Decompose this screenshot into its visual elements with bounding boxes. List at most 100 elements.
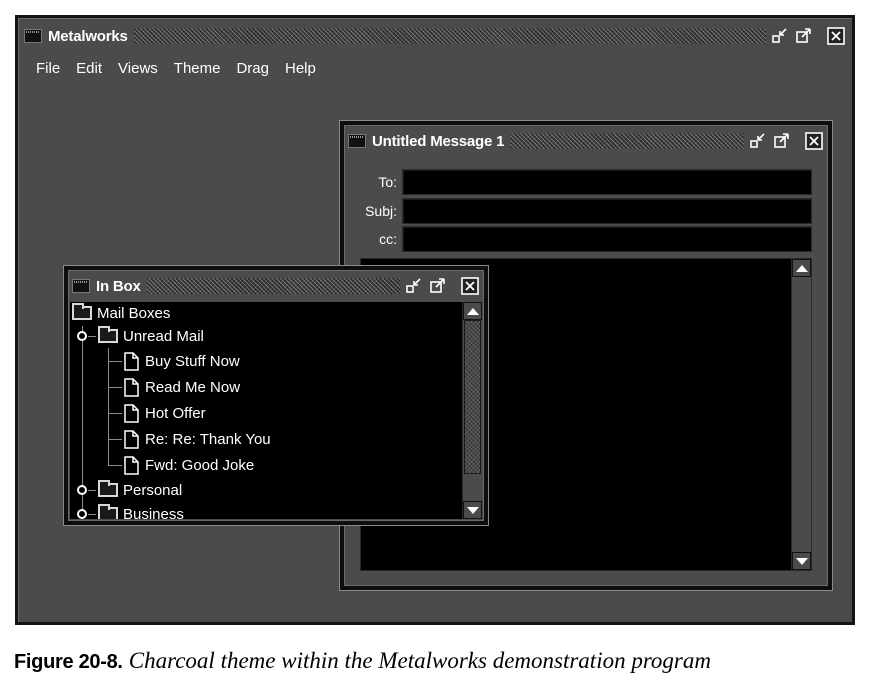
document-icon <box>124 377 139 397</box>
tree-node-message[interactable]: Buy Stuff Now <box>124 349 240 373</box>
maximize-button[interactable] <box>794 27 814 45</box>
subject-field[interactable] <box>402 198 812 224</box>
menu-views[interactable]: Views <box>110 58 166 80</box>
menu-edit[interactable]: Edit <box>68 58 110 80</box>
maximize-icon <box>796 28 811 43</box>
document-icon <box>124 403 139 423</box>
iconify-button[interactable] <box>770 27 790 45</box>
scroll-up-icon <box>466 307 479 315</box>
window-icon <box>348 134 366 148</box>
tree-label: Unread Mail <box>123 327 204 345</box>
inbox-scrollbar[interactable] <box>462 302 482 519</box>
maximize-button[interactable] <box>772 132 792 150</box>
tree-label: Buy Stuff Now <box>145 352 240 370</box>
tree-line <box>88 514 96 515</box>
to-field[interactable] <box>402 169 812 195</box>
scroll-thumb[interactable] <box>464 320 481 474</box>
menu-file[interactable]: File <box>28 58 68 80</box>
tree-line <box>108 465 122 466</box>
tree-line <box>108 413 122 414</box>
mailbox-tree[interactable]: Mail Boxes Unread Mail Buy Stuff Now Rea… <box>70 302 482 519</box>
window-icon <box>24 29 42 43</box>
subj-label: Subj: <box>365 203 397 219</box>
tree-node-business[interactable]: Business <box>98 502 184 519</box>
menu-help[interactable]: Help <box>277 58 324 80</box>
tree-expander-icon[interactable] <box>77 331 87 341</box>
tree-node-mail-boxes[interactable]: Mail Boxes <box>72 302 170 325</box>
tree-node-message[interactable]: Hot Offer <box>124 401 206 425</box>
folder-icon <box>98 480 118 497</box>
titlebar-drag-bumps[interactable] <box>146 278 400 294</box>
close-button[interactable] <box>826 27 846 45</box>
scroll-down-icon <box>795 557 808 565</box>
window-icon <box>72 279 90 293</box>
document-icon <box>124 429 139 449</box>
figure-text: Charcoal theme within the Metalworks dem… <box>128 648 711 673</box>
menu-theme[interactable]: Theme <box>166 58 229 80</box>
tree-label: Business <box>123 505 184 520</box>
scroll-down-button[interactable] <box>463 501 482 519</box>
folder-icon <box>98 326 118 343</box>
close-button[interactable] <box>804 132 824 150</box>
message-titlebar[interactable]: Untitled Message 1 <box>348 128 824 154</box>
close-icon <box>461 277 479 295</box>
iconify-button[interactable] <box>748 132 768 150</box>
menu-bar: File Edit Views Theme Drag Help <box>28 58 324 80</box>
tree-label: Personal <box>123 481 183 499</box>
close-icon <box>805 132 823 150</box>
tree-line <box>108 348 109 466</box>
scroll-up-button[interactable] <box>463 302 482 320</box>
tree-expander-icon[interactable] <box>77 509 87 519</box>
maximize-button[interactable] <box>428 277 448 295</box>
scroll-up-icon <box>795 264 808 272</box>
message-window-title: Untitled Message 1 <box>372 132 505 150</box>
tree-line <box>88 336 96 337</box>
main-titlebar[interactable]: Metalworks <box>24 23 846 49</box>
tree-node-personal[interactable]: Personal <box>98 478 182 502</box>
to-row: To: <box>344 169 812 195</box>
scroll-up-button[interactable] <box>792 259 811 277</box>
tree-line <box>88 490 96 491</box>
scroll-down-icon <box>466 506 479 514</box>
tree-expander-icon[interactable] <box>77 485 87 495</box>
close-icon <box>827 27 845 45</box>
tree-node-message[interactable]: Fwd: Good Joke <box>124 453 254 477</box>
titlebar-drag-bumps[interactable] <box>510 133 744 149</box>
maximize-icon <box>774 133 789 148</box>
subj-row: Subj: <box>344 198 812 224</box>
iconify-button[interactable] <box>404 277 424 295</box>
folder-icon <box>98 504 118 519</box>
document-icon <box>124 351 139 371</box>
close-button[interactable] <box>460 277 480 295</box>
cc-label: cc: <box>379 231 397 247</box>
to-label: To: <box>378 174 397 190</box>
tree-node-message[interactable]: Re: Re: Thank You <box>124 427 271 451</box>
tree-label: Fwd: Good Joke <box>145 456 255 474</box>
scroll-down-button[interactable] <box>792 552 811 570</box>
tree-label: Read Me Now <box>145 378 241 396</box>
menu-drag[interactable]: Drag <box>228 58 277 80</box>
tree-line <box>108 361 122 362</box>
tree-line <box>108 387 122 388</box>
message-scrollbar[interactable] <box>791 259 811 570</box>
main-window-title: Metalworks <box>48 27 128 45</box>
figure-caption: Figure 20-8. Charcoal theme within the M… <box>14 648 711 674</box>
tree-label: Re: Re: Thank You <box>145 430 271 448</box>
cc-row: cc: <box>344 226 812 252</box>
maximize-icon <box>430 278 445 293</box>
figure-label: Figure 20-8. <box>14 651 123 673</box>
inbox-window: In Box Mail Boxes Unread Mail Buy Stuff … <box>64 266 488 525</box>
tree-node-message[interactable]: Read Me Now <box>124 375 240 399</box>
iconify-icon <box>750 133 765 148</box>
inbox-window-title: In Box <box>96 277 141 295</box>
document-icon <box>124 455 139 475</box>
iconify-icon <box>772 28 787 43</box>
iconify-icon <box>406 278 421 293</box>
tree-node-unread-mail[interactable]: Unread Mail <box>98 324 204 348</box>
tree-label: Mail Boxes <box>97 304 171 322</box>
tree-line <box>108 439 122 440</box>
titlebar-drag-bumps[interactable] <box>133 28 766 44</box>
cc-field[interactable] <box>402 226 812 252</box>
tree-label: Hot Offer <box>145 404 206 422</box>
inbox-titlebar[interactable]: In Box <box>72 273 480 299</box>
